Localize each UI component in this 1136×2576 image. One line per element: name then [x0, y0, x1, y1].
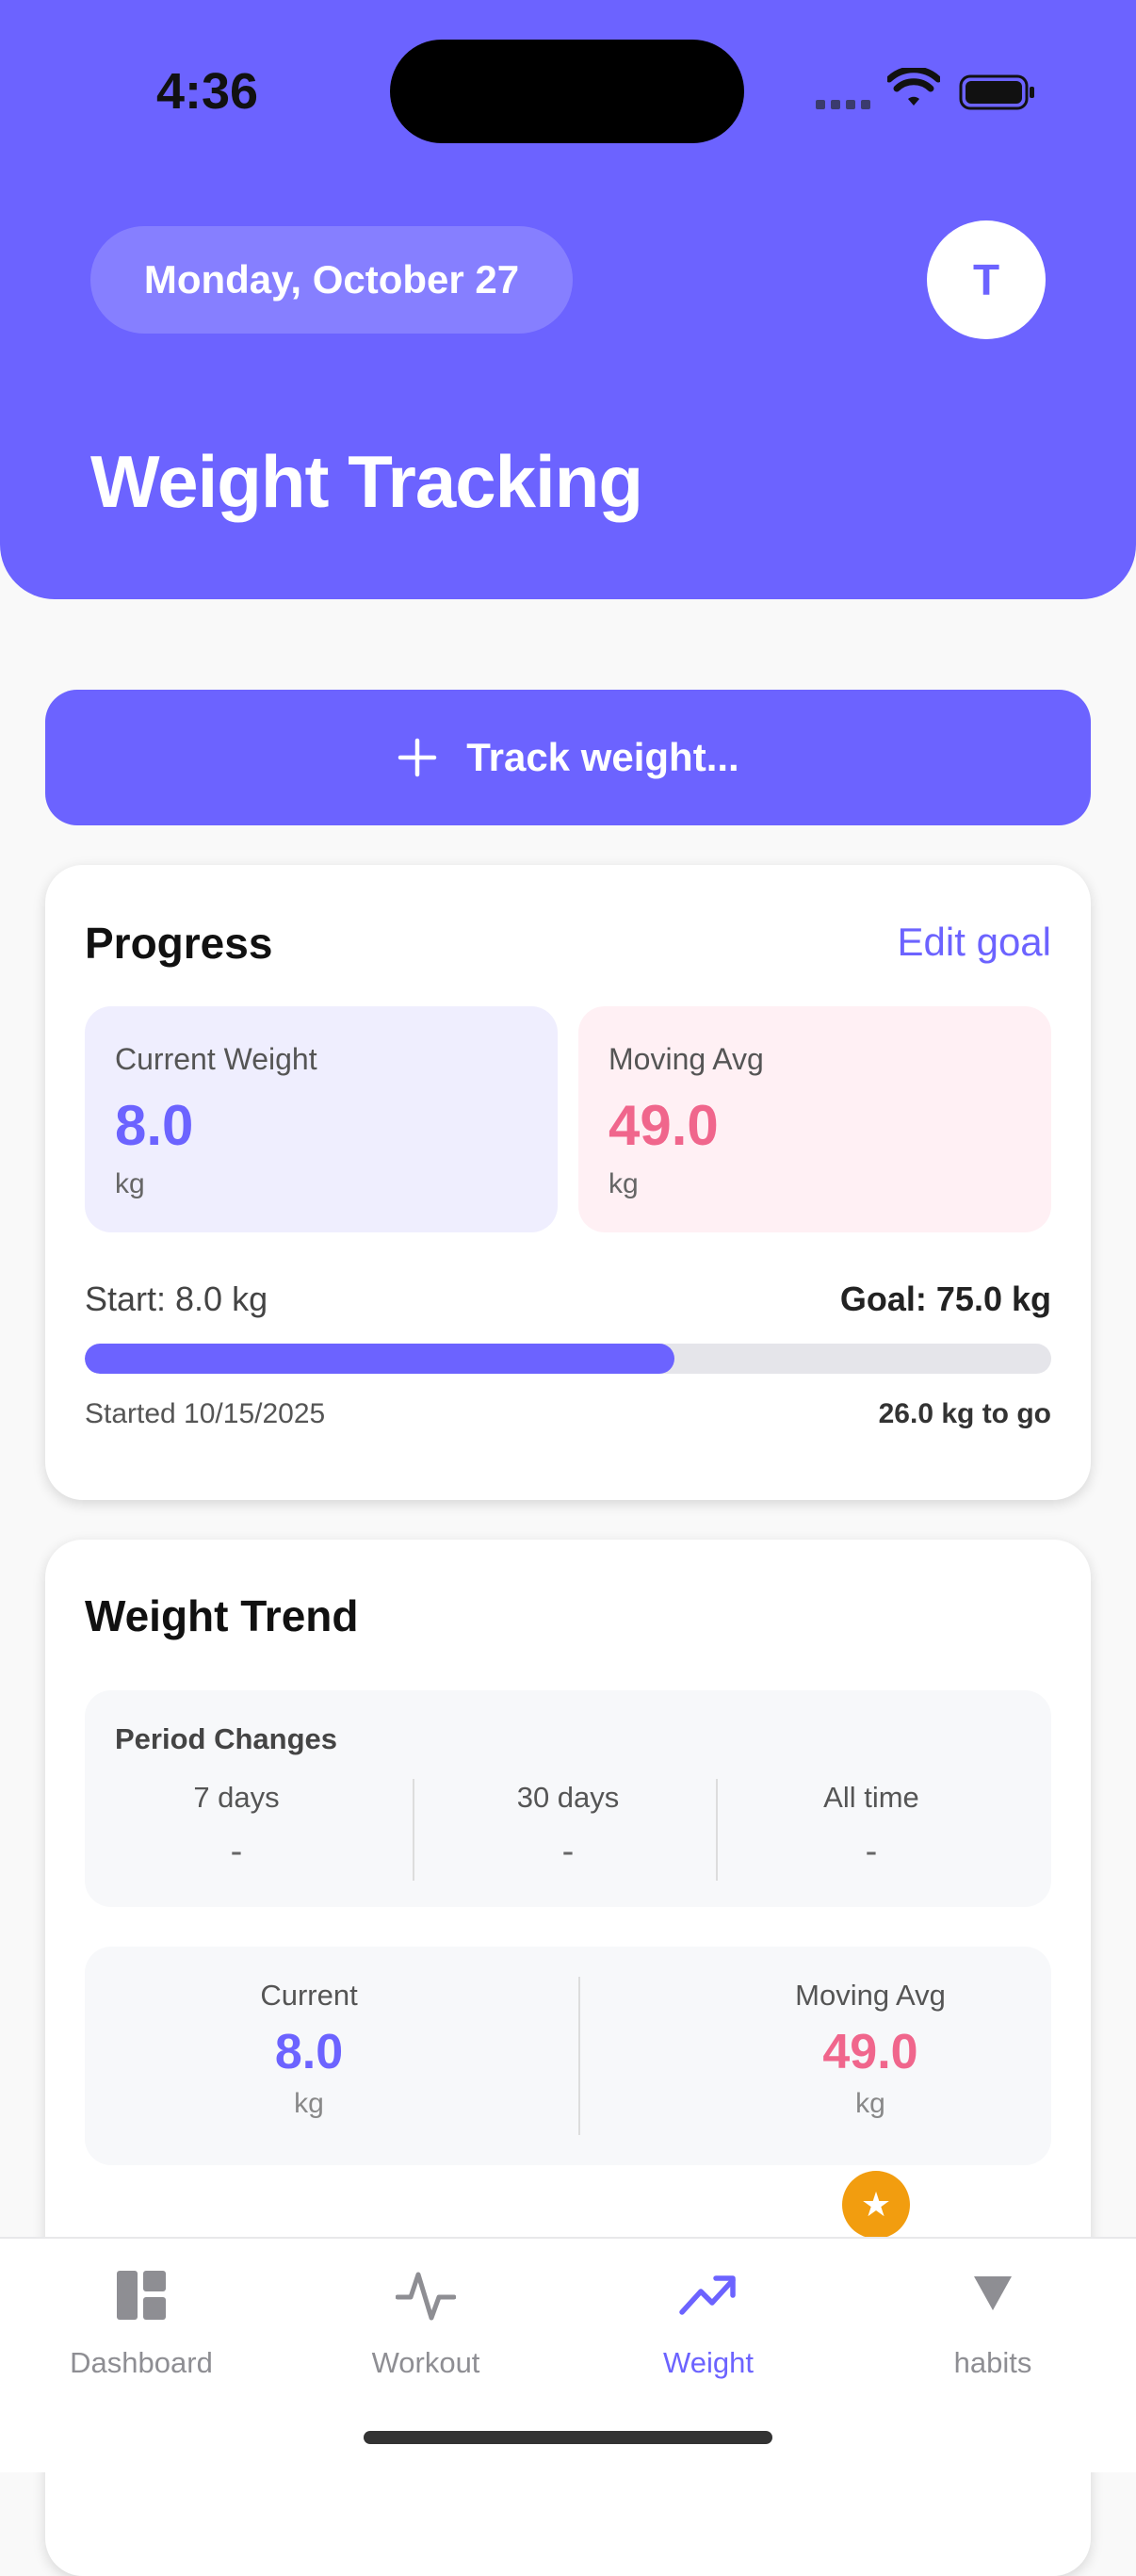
pulse-icon — [396, 2272, 456, 2321]
trend-moving-avg-value: 49.0 — [822, 2025, 918, 2079]
progress-bar — [85, 1344, 1051, 1374]
tab-dashboard[interactable]: Dashboard — [0, 2239, 283, 2399]
current-weight-box: Current Weight 8.0 kg — [85, 1006, 558, 1232]
divider — [716, 1779, 718, 1881]
progress-card: Progress Edit goal Current Weight 8.0 kg… — [45, 865, 1091, 1500]
current-weight-label: Current Weight — [115, 1042, 317, 1076]
period-7-days: 7 days - — [85, 1781, 388, 1872]
tab-label: Workout — [371, 2346, 480, 2379]
edit-goal-link[interactable]: Edit goal — [898, 920, 1051, 965]
period-changes-box: Period Changes 7 days - 30 days - All ti… — [85, 1690, 1051, 1907]
moving-avg-unit: kg — [609, 1168, 639, 1199]
period-label: 30 days — [516, 1781, 620, 1814]
divider — [578, 1977, 580, 2135]
cellular-signal-icon — [816, 100, 870, 109]
current-weight-value: 8.0 — [115, 1094, 194, 1157]
header: 4:36 Monday, October 27 T Weight Trackin… — [0, 0, 1136, 599]
trend-current-unit: kg — [294, 2088, 324, 2119]
period-label: All time — [823, 1781, 919, 1814]
triangle-down-icon — [974, 2276, 1012, 2310]
page-title: Weight Tracking — [90, 440, 643, 523]
trend-moving-avg: Moving Avg 49.0 kg — [682, 1979, 1059, 2120]
trend-moving-avg-label: Moving Avg — [795, 1979, 946, 2012]
dashboard-icon — [117, 2271, 166, 2320]
tab-weight[interactable]: Weight — [567, 2239, 850, 2399]
started-date: Started 10/15/2025 — [85, 1398, 326, 1429]
tab-label: Dashboard — [70, 2346, 213, 2379]
tab-workout[interactable]: Workout — [284, 2239, 567, 2399]
trend-moving-avg-unit: kg — [855, 2088, 885, 2119]
wifi-icon — [887, 68, 940, 106]
divider — [413, 1779, 414, 1881]
progress-bar-fill — [85, 1344, 674, 1374]
moving-avg-value: 49.0 — [609, 1094, 719, 1157]
moving-avg-box: Moving Avg 49.0 kg — [578, 1006, 1051, 1232]
period-value: - — [561, 1832, 575, 1871]
current-weight-unit: kg — [115, 1168, 145, 1199]
goal-weight: Goal: 75.0 kg — [839, 1280, 1051, 1318]
avatar[interactable]: T — [927, 220, 1046, 339]
trend-current-value: 8.0 — [274, 2025, 344, 2079]
start-weight: Start: 8.0 kg — [85, 1280, 268, 1318]
tab-label: Weight — [663, 2346, 754, 2379]
current-moving-avg-box: Current 8.0 kg Moving Avg 49.0 kg — [85, 1947, 1051, 2165]
period-value: - — [865, 1832, 878, 1871]
trend-current: Current 8.0 kg — [121, 1979, 497, 2120]
progress-title: Progress — [85, 919, 273, 968]
period-30-days: 30 days - — [416, 1781, 720, 1872]
track-weight-label: Track weight... — [466, 735, 739, 779]
trend-current-label: Current — [260, 1979, 358, 2012]
period-all-time: All time - — [720, 1781, 1023, 1872]
moving-avg-label: Moving Avg — [609, 1042, 764, 1076]
period-value: - — [230, 1832, 243, 1871]
date-pill[interactable]: Monday, October 27 — [90, 226, 573, 334]
dynamic-island — [390, 40, 744, 143]
battery-icon — [959, 74, 1034, 110]
remaining-to-goal: 26.0 kg to go — [878, 1398, 1051, 1429]
period-label: 7 days — [193, 1781, 280, 1814]
weight-trend-title: Weight Trend — [85, 1591, 359, 1640]
plus-icon — [398, 738, 437, 777]
tab-label: habits — [953, 2346, 1032, 2379]
trending-up-icon — [679, 2275, 736, 2315]
tab-habits[interactable]: habits — [852, 2239, 1134, 2399]
home-indicator[interactable] — [364, 2431, 772, 2444]
star-icon[interactable]: ★ — [842, 2171, 910, 2239]
status-time: 4:36 — [156, 63, 259, 120]
track-weight-button[interactable]: Track weight... — [45, 690, 1091, 825]
period-changes-title: Period Changes — [115, 1722, 337, 1755]
